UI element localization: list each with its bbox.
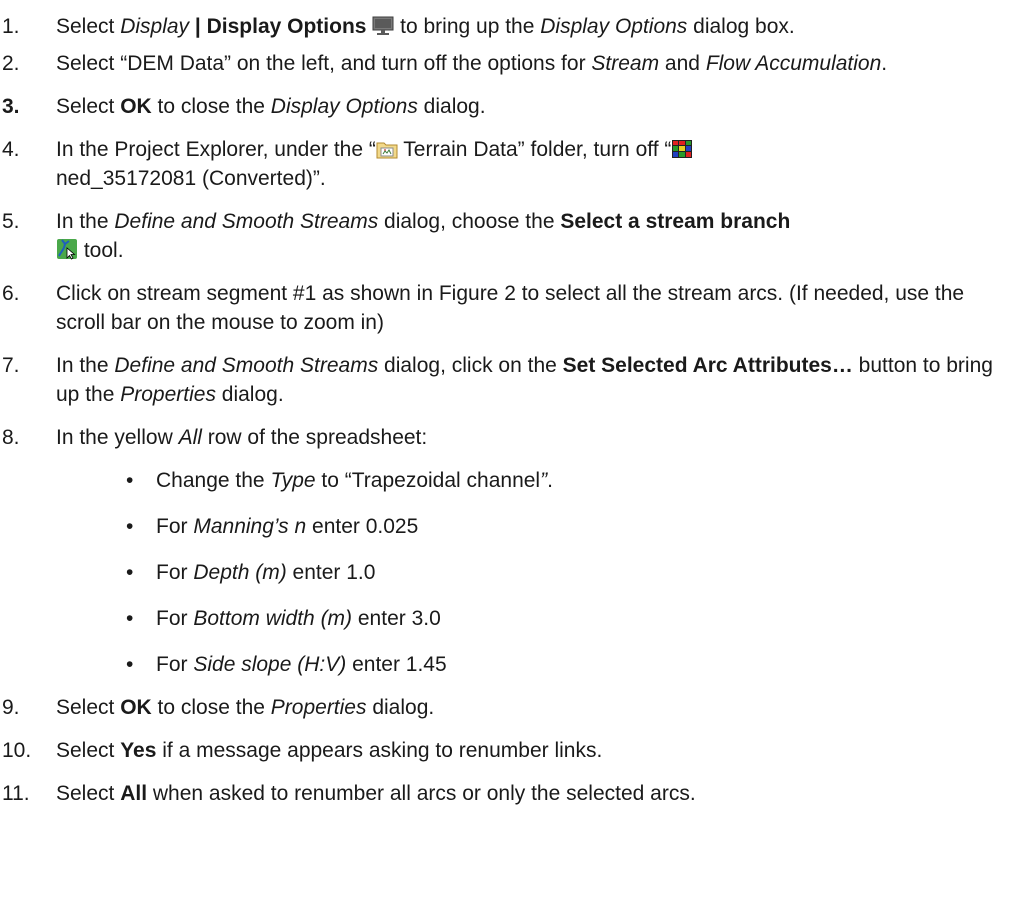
step-8: 8. In the yellow All row of the spreadsh… <box>0 423 1026 679</box>
step-number: 1. <box>2 15 20 38</box>
step-5: 5. In the Define and Smooth Streams dial… <box>0 207 1026 265</box>
step-number: 3. <box>2 95 20 118</box>
step-3: 3. Select OK to close the Display Option… <box>0 92 1026 121</box>
instruction-document: 1. Select Display | Display Options to b… <box>0 0 1026 822</box>
terrain-folder-icon <box>376 139 398 159</box>
step-1: 1. Select Display | Display Options to b… <box>0 12 1026 41</box>
select-stream-branch-icon <box>56 238 78 260</box>
step-number: 4. <box>2 138 20 161</box>
step-10: 10. Select Yes if a message appears aski… <box>0 736 1026 765</box>
list-item: • For Bottom width (m) enter 3.0 <box>126 607 441 630</box>
step-number: 10. <box>2 739 32 762</box>
step-number: 2. <box>2 52 20 75</box>
step-7: 7. In the Define and Smooth Streams dial… <box>0 351 1026 409</box>
step-number: 9. <box>2 696 20 719</box>
step-number: 5. <box>2 210 20 233</box>
monitor-icon <box>372 16 394 36</box>
grid-icon <box>671 139 693 159</box>
step-4: 4. In the Project Explorer, under the “ … <box>0 135 1026 193</box>
step-number: 6. <box>2 282 20 305</box>
step-number: 8. <box>2 426 20 449</box>
list-item: • For Side slope (H:V) enter 1.45 <box>126 653 447 676</box>
step-number: 7. <box>2 354 20 377</box>
step-number: 11. <box>2 782 30 805</box>
step-2: 2. Select “DEM Data” on the left, and tu… <box>0 49 1026 78</box>
list-item: • For Manning’s n enter 0.025 <box>126 515 419 538</box>
bullet-list: • Change the Type to “Trapezoidal channe… <box>56 466 1006 679</box>
list-item: • For Depth (m) enter 1.0 <box>126 561 376 584</box>
step-6: 6. Click on stream segment #1 as shown i… <box>0 279 1026 337</box>
list-item: • Change the Type to “Trapezoidal channe… <box>126 469 553 492</box>
step-9: 9. Select OK to close the Properties dia… <box>0 693 1026 722</box>
step-11: 11. Select All when asked to renumber al… <box>0 779 1026 808</box>
